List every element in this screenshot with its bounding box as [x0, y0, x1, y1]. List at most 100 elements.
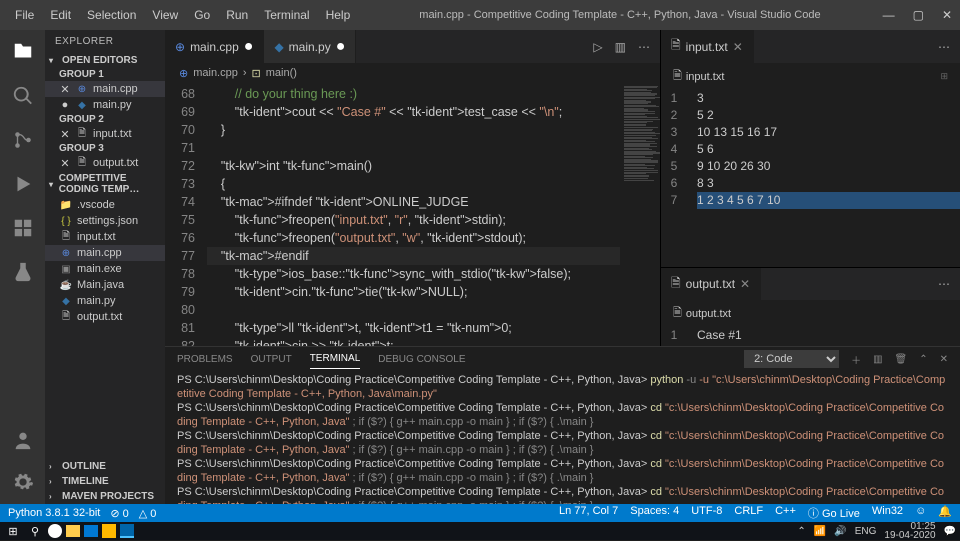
section-timeline[interactable]: ›TIMELINE	[45, 474, 165, 489]
menu-file[interactable]: File	[8, 4, 41, 26]
file-explorer-icon[interactable]	[66, 525, 80, 537]
minimize-icon[interactable]: —	[883, 8, 895, 22]
main-menu: FileEditSelectionViewGoRunTerminalHelp	[8, 4, 357, 26]
scm-icon[interactable]	[11, 128, 35, 152]
input-editor[interactable]: 1234567 35 210 13 15 16 175 69 10 20 26 …	[661, 90, 960, 209]
file-cpp-icon: ⊕	[179, 67, 188, 80]
search-icon[interactable]	[11, 84, 35, 108]
app-icon[interactable]	[102, 524, 116, 538]
status-item[interactable]: ⊘ 0	[110, 507, 128, 520]
menu-edit[interactable]: Edit	[43, 4, 78, 26]
more-actions-icon[interactable]: ⋯	[638, 40, 650, 54]
menu-help[interactable]: Help	[319, 4, 358, 26]
status-item[interactable]: Ln 77, Col 7	[559, 505, 618, 521]
new-terminal-icon[interactable]: ＋	[851, 352, 861, 367]
menu-run[interactable]: Run	[219, 4, 255, 26]
tray-chevron-icon[interactable]: ⌃	[797, 526, 805, 537]
open-editor-item[interactable]: ✕🗎input.txt	[45, 126, 165, 142]
notifications-icon[interactable]: 💬	[944, 526, 956, 537]
file-tree-item[interactable]: { }settings.json	[45, 213, 165, 229]
panel-tab-output[interactable]: OUTPUT	[251, 350, 292, 369]
menu-view[interactable]: View	[145, 4, 185, 26]
run-debug-icon[interactable]	[11, 172, 35, 196]
open-editor-item[interactable]: ✕🗎output.txt	[45, 155, 165, 171]
extensions-icon[interactable]	[11, 216, 35, 240]
close-icon[interactable]: ✕	[59, 128, 71, 141]
chrome-icon[interactable]	[48, 524, 62, 538]
status-item[interactable]: Spaces: 4	[630, 505, 679, 521]
panel-tab-debug-console[interactable]: DEBUG CONSOLE	[378, 350, 465, 369]
wifi-icon[interactable]: 📶	[814, 526, 826, 537]
file-tree-item[interactable]: ☕Main.java	[45, 277, 165, 293]
section-maven-projects[interactable]: ›MAVEN PROJECTS	[45, 489, 165, 504]
editor-tabs: ⊕main.cpp●◆main.py● ▷ ▥ ⋯	[165, 30, 660, 63]
tab-input[interactable]: 🗎input.txt✕	[661, 30, 754, 63]
file-tree-item[interactable]: ⊕main.cpp	[45, 245, 165, 261]
split-editor-icon[interactable]: ▥	[615, 40, 626, 54]
file-tree-item[interactable]: 🗎input.txt	[45, 229, 165, 245]
panel-tab-terminal[interactable]: TERMINAL	[310, 349, 361, 369]
test-icon[interactable]	[11, 260, 35, 284]
tab-main-py[interactable]: ◆main.py●	[264, 30, 356, 63]
vscode-icon[interactable]	[120, 524, 134, 538]
status-item[interactable]: Win32	[872, 505, 903, 521]
close-icon[interactable]: ●	[59, 99, 71, 111]
file-exe-icon: ▣	[59, 262, 73, 276]
chevron-down-icon: ▾	[49, 180, 56, 189]
more-actions-icon[interactable]: ⋯	[938, 277, 950, 291]
panel-tab-problems[interactable]: PROBLEMS	[177, 350, 233, 369]
file-tree-item[interactable]: 📁.vscode	[45, 197, 165, 213]
open-editors-header[interactable]: ▾OPEN EDITORS	[45, 53, 165, 68]
status-item[interactable]: 🔔	[938, 505, 952, 521]
close-icon[interactable]: ✕	[942, 8, 952, 22]
search-icon[interactable]: ⚲	[26, 523, 44, 539]
clock-date[interactable]: 19-04-2020	[884, 531, 935, 540]
explorer-icon[interactable]	[11, 40, 35, 64]
sidebar-title: EXPLORER	[45, 30, 165, 53]
terminal-select[interactable]: 2: Code	[744, 350, 839, 368]
tab-main-cpp[interactable]: ⊕main.cpp●	[165, 30, 264, 63]
file-txt-icon: 🗎	[59, 310, 73, 324]
store-icon[interactable]	[84, 525, 98, 537]
open-editor-item[interactable]: ●◆main.py	[45, 97, 165, 113]
terminal[interactable]: PS C:\Users\chinm\Desktop\Coding Practic…	[165, 371, 960, 504]
open-editor-item[interactable]: ✕⊕main.cpp	[45, 81, 165, 97]
status-item[interactable]: △ 0	[139, 507, 157, 520]
workspace-header[interactable]: ▾COMPETITIVE CODING TEMP…	[45, 171, 165, 197]
section-outline[interactable]: ›OUTLINE	[45, 459, 165, 474]
lang-indicator[interactable]: ENG	[855, 526, 877, 537]
chevron-up-icon[interactable]: ⌃	[919, 354, 927, 365]
kill-terminal-icon[interactable]: 🗑	[895, 354, 908, 365]
file-py-icon: ◆	[59, 294, 73, 308]
windows-taskbar: ⊞ ⚲ ⌃ 📶 🔊 ENG 01:25 19-04-2020 💬	[0, 522, 960, 540]
maximize-icon[interactable]: ▢	[913, 8, 924, 22]
tab-output[interactable]: 🗎output.txt✕	[661, 268, 761, 300]
status-item[interactable]: ⓘ Go Live	[808, 505, 860, 521]
close-icon[interactable]: ✕	[740, 277, 750, 291]
menu-terminal[interactable]: Terminal	[257, 4, 316, 26]
close-panel-icon[interactable]: ✕	[940, 354, 948, 365]
close-icon[interactable]: ✕	[733, 40, 743, 54]
file-cpp-icon: ⊕	[59, 246, 73, 260]
status-bar: Python 3.8.1 32-bit ⊘ 0 △ 0 Ln 77, Col 7 Sp…	[0, 504, 960, 522]
close-icon[interactable]: ✕	[59, 157, 71, 170]
status-item[interactable]: ☺	[915, 505, 926, 521]
file-tree-item[interactable]: 🗎output.txt	[45, 309, 165, 325]
menu-selection[interactable]: Selection	[80, 4, 143, 26]
status-item[interactable]: C++	[775, 505, 796, 521]
close-icon[interactable]: ✕	[59, 83, 71, 96]
status-item[interactable]: CRLF	[734, 505, 763, 521]
split-terminal-icon[interactable]: ▥	[873, 354, 882, 365]
status-item[interactable]: UTF-8	[691, 505, 722, 521]
breadcrumb[interactable]: ⊕ main.cpp › ⊡ main()	[165, 63, 660, 83]
volume-icon[interactable]: 🔊	[834, 526, 846, 537]
menu-go[interactable]: Go	[187, 4, 217, 26]
settings-gear-icon[interactable]	[11, 470, 35, 494]
file-tree-item[interactable]: ◆main.py	[45, 293, 165, 309]
start-button[interactable]: ⊞	[4, 523, 22, 539]
more-actions-icon[interactable]: ⋯	[938, 40, 950, 54]
account-icon[interactable]	[11, 428, 35, 452]
file-tree-item[interactable]: ▣main.exe	[45, 261, 165, 277]
run-button[interactable]: ▷	[593, 40, 602, 54]
status-item[interactable]: Python 3.8.1 32-bit	[8, 507, 100, 520]
